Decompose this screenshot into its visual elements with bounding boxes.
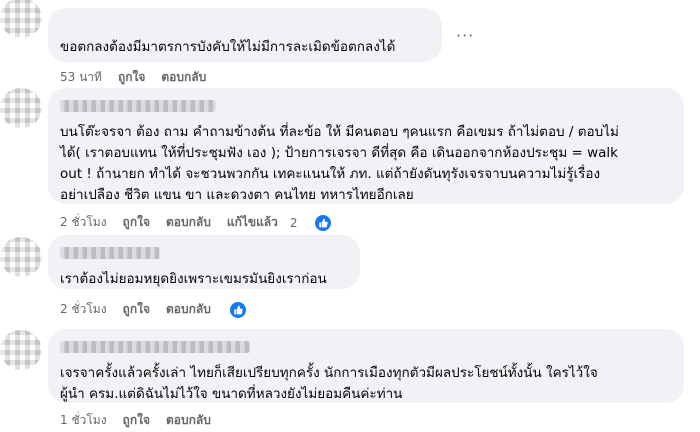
comment-time[interactable]: 53 นาที [60, 68, 102, 87]
comment-actions: 2 ชั่วโมง ถูกใจ ตอบกลับ แก้ไขแล้ว 2 [60, 213, 364, 232]
author-name-blurred[interactable] [60, 247, 160, 259]
author-name-blurred[interactable] [60, 341, 250, 353]
like-button[interactable]: ถูกใจ [123, 300, 150, 319]
thumbs-up-icon [228, 300, 247, 319]
comment-text: เราต้องไม่ยอมหยุดยิงเพราะเขมรมันยิงเราก่… [60, 271, 327, 287]
reactions[interactable] [228, 300, 263, 319]
comment-actions: 1 ชั่วโมง ถูกใจ ตอบกลับ [60, 411, 227, 430]
comment-text-line: ได้( เราตอบแทน ให้ที่ประชุมฟัง เอง ); ป้… [60, 145, 618, 161]
comment-bubble: เจรจาครั้งแล้วครั้งเล่า ไทยก็เสียเปรียบท… [48, 329, 684, 403]
reply-button[interactable]: ตอบกลับ [166, 300, 211, 319]
comment-text-line: บนโต๊ะจรจา ต้อง ถาม คำถามข้างต้น ที่ละข้… [60, 124, 619, 140]
comment-text: ขอตกลงต้องมีมาตรการบังคับให้ไม่มีการละเม… [60, 39, 396, 55]
comment-time[interactable]: 2 ชั่วโมง [60, 300, 107, 319]
comment-time[interactable]: 2 ชั่วโมง [60, 213, 107, 232]
like-button[interactable]: ถูกใจ [118, 68, 145, 87]
author-name-blurred[interactable] [60, 100, 216, 112]
reactions[interactable]: 2 [289, 213, 348, 232]
comment-actions: 53 นาที ถูกใจ ตอบกลับ [60, 68, 222, 87]
comment-bubble: เราต้องไม่ยอมหยุดยิงเพราะเขมรมันยิงเราก่… [48, 235, 360, 289]
avatar[interactable] [0, 88, 42, 128]
comment-1: ขอตกลงต้องมีมาตรการบังคับให้ไม่มีการละเม… [0, 0, 700, 84]
comment-4: เจรจาครั้งแล้วครั้งเล่า ไทยก็เสียเปรียบท… [0, 325, 700, 432]
avatar[interactable] [0, 0, 42, 38]
comment-3: เราต้องไม่ยอมหยุดยิงเพราะเขมรมันยิงเราก่… [0, 235, 700, 325]
comment-text-line: out ! ถ้านายก ทำได้ จะชวนพวกกัน เทคะแนนใ… [60, 166, 601, 182]
edited-label[interactable]: แก้ไขแล้ว [227, 213, 278, 232]
reply-button[interactable]: ตอบกลับ [166, 213, 211, 232]
like-button[interactable]: ถูกใจ [123, 213, 150, 232]
comment-bubble: บนโต๊ะจรจา ต้อง ถาม คำถามข้างต้น ที่ละข้… [48, 88, 684, 204]
comment-text-line: ผู้นำ ครม.แต่ดิฉันไม่ไว้ใจ ขนาดที่หลวงยั… [60, 386, 403, 402]
comment-bubble: ขอตกลงต้องมีมาตรการบังคับให้ไม่มีการละเม… [48, 8, 442, 62]
reply-button[interactable]: ตอบกลับ [166, 411, 211, 430]
reaction-count: 2 [289, 215, 298, 230]
comment-2: บนโต๊ะจรจา ต้อง ถาม คำถามข้างต้น ที่ละข้… [0, 88, 700, 234]
comment-text-line: อย่าเปลือง ชีวิต แขน ขา และดวงตา คนไทย ท… [60, 187, 414, 203]
like-button[interactable]: ถูกใจ [123, 411, 150, 430]
reply-button[interactable]: ตอบกลับ [161, 68, 206, 87]
more-dots-icon[interactable]: ··· [456, 26, 474, 45]
avatar[interactable] [0, 237, 42, 277]
comment-actions: 2 ชั่วโมง ถูกใจ ตอบกลับ [60, 300, 279, 319]
avatar[interactable] [0, 330, 42, 370]
comment-time[interactable]: 1 ชั่วโมง [60, 411, 107, 430]
thumbs-up-icon [313, 213, 332, 232]
comment-text-line: เจรจาครั้งแล้วครั้งเล่า ไทยก็เสียเปรียบท… [60, 365, 598, 381]
